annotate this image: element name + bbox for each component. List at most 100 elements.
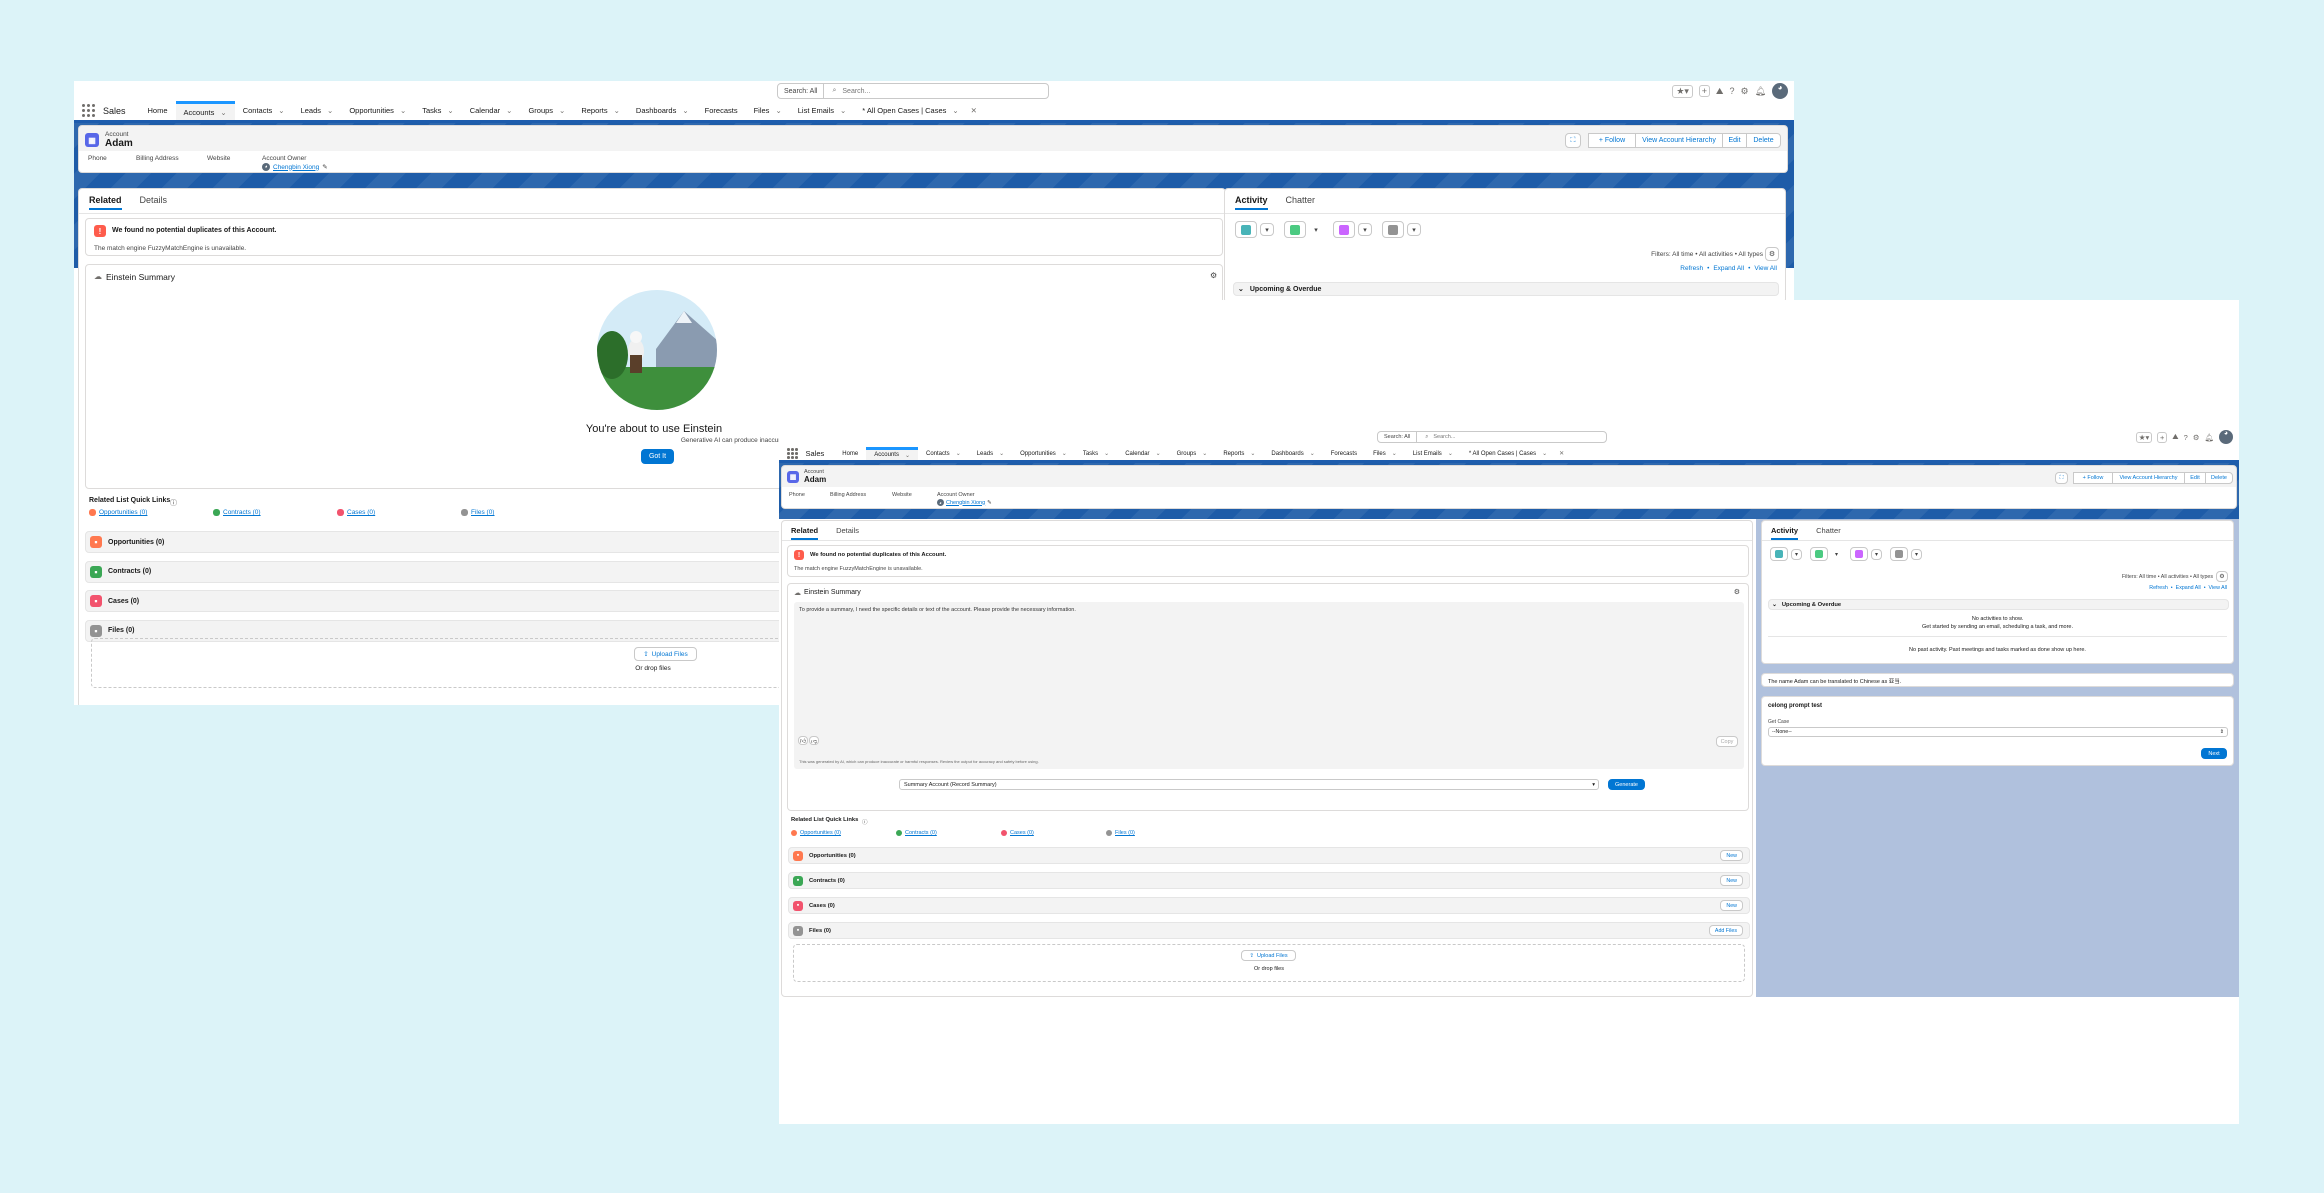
nav-item[interactable]: Contacts ⌄ — [918, 447, 969, 460]
nav-item[interactable]: Groups ⌄ — [1169, 447, 1216, 460]
search-scope[interactable]: Search: All — [1378, 432, 1418, 442]
new-button[interactable]: New — [1720, 900, 1743, 911]
nav-item[interactable]: Forecasts — [697, 101, 746, 120]
chevron-down-icon[interactable]: ▾ — [1309, 223, 1323, 236]
chevron-down-icon[interactable]: ⌄ — [559, 106, 565, 115]
upload-files-button[interactable]: ⇪ Upload Files — [1241, 950, 1296, 961]
global-actions-icon[interactable]: + — [2157, 431, 2168, 443]
tab-details[interactable]: Details — [836, 526, 859, 535]
quick-link-label[interactable]: Files (0) — [471, 509, 494, 516]
tab-chatter[interactable]: Chatter — [1286, 195, 1316, 205]
new-event-icon[interactable] — [1333, 221, 1355, 238]
view-all-link[interactable]: View All — [2209, 585, 2227, 591]
notifications-bell-icon[interactable]: 🔔︎ — [1755, 86, 1766, 97]
related-list-title[interactable]: Cases (0) — [108, 598, 139, 605]
activity-settings-gear-icon[interactable]: ⚙ — [1765, 247, 1779, 261]
new-event-icon[interactable] — [1850, 547, 1868, 561]
user-avatar[interactable]: ◕ — [1772, 83, 1788, 99]
quick-link[interactable]: Contracts (0) — [213, 509, 337, 516]
nav-item[interactable]: * All Open Cases | Cases ⌄ — [854, 101, 966, 120]
tab-activity[interactable]: Activity — [1235, 195, 1268, 210]
new-button[interactable]: New — [1720, 875, 1743, 886]
nav-item[interactable]: Home — [140, 101, 176, 120]
chevron-down-icon[interactable]: ⌄ — [1542, 450, 1547, 457]
nav-item[interactable]: List Emails ⌄ — [1405, 447, 1461, 460]
owner-link[interactable]: Chengbin Xiong — [273, 164, 319, 171]
chevron-down-icon[interactable]: ⌄ — [506, 106, 512, 115]
related-list-title[interactable]: Files (0) — [108, 627, 134, 634]
expand-all-link[interactable]: Expand All — [1713, 265, 1744, 272]
quick-link[interactable]: Opportunities (0) — [89, 509, 213, 516]
nav-item[interactable]: Calendar ⌄ — [1117, 447, 1168, 460]
chevron-down-icon[interactable]: ▾ — [1791, 548, 1802, 560]
help-icon[interactable]: ? — [2184, 433, 2188, 442]
quick-link-label[interactable]: Opportunities (0) — [99, 509, 147, 516]
add-files-button[interactable]: Add Files — [1708, 925, 1743, 936]
quick-link-label[interactable]: Contracts (0) — [905, 830, 937, 836]
related-list-title[interactable]: Files (0) — [809, 928, 831, 934]
chevron-down-icon[interactable]: ⌄ — [278, 106, 284, 115]
nav-item[interactable]: Dashboards ⌄ — [628, 101, 697, 120]
app-launcher-icon[interactable] — [82, 104, 95, 117]
prompt-template-select[interactable]: Summary Account (Record Summary) ▾ — [899, 779, 1599, 790]
nav-item[interactable]: Tasks ⌄ — [414, 101, 461, 120]
chevron-down-icon[interactable]: ▾ — [1260, 223, 1274, 236]
nav-item[interactable]: List Emails ⌄ — [790, 101, 855, 120]
nav-item[interactable]: Dashboards ⌄ — [1263, 447, 1322, 460]
nav-item[interactable]: Opportunities ⌄ — [1012, 447, 1075, 460]
upcoming-overdue-header[interactable]: ⌄ Upcoming & Overdue — [1233, 282, 1779, 296]
nav-item[interactable]: Contacts ⌄ — [235, 101, 293, 120]
chevron-down-icon[interactable]: ▾ — [1407, 223, 1421, 236]
refresh-link[interactable]: Refresh — [1680, 265, 1703, 272]
global-search[interactable]: Search: All ⌕ Search... — [777, 83, 1049, 99]
tab-activity[interactable]: Activity — [1771, 526, 1799, 540]
user-avatar[interactable]: ◕ — [2219, 430, 2233, 444]
upcoming-overdue-header[interactable]: ⌄ Upcoming & Overdue — [1768, 599, 2229, 610]
new-button[interactable]: New — [1720, 850, 1743, 861]
next-button[interactable]: Next — [2201, 748, 2227, 759]
search-scope[interactable]: Search: All — [778, 84, 825, 98]
nav-item[interactable]: Forecasts — [1323, 447, 1365, 460]
nav-item[interactable]: Files ⌄ — [746, 101, 790, 120]
nav-item[interactable]: Calendar ⌄ — [462, 101, 521, 120]
quick-link[interactable]: Cases (0) — [337, 509, 461, 516]
follow-button[interactable]: + Follow — [1588, 133, 1636, 148]
expand-all-link[interactable]: Expand All — [2176, 585, 2201, 591]
nav-item[interactable]: Tasks ⌄ — [1075, 447, 1117, 460]
owner-link[interactable]: Chengbin Xiong — [946, 500, 985, 506]
chevron-down-icon[interactable]: ⌄ — [400, 106, 406, 115]
close-tab-icon[interactable]: ✕ — [1559, 450, 1564, 457]
file-dropzone[interactable]: ⇪ Upload Files Or drop files — [793, 944, 1745, 982]
thumbs-up-icon[interactable]: 👍︎ — [798, 736, 808, 745]
chevron-down-icon[interactable]: ⌄ — [220, 108, 226, 117]
nav-item[interactable]: Files ⌄ — [1365, 447, 1405, 460]
chevron-down-icon[interactable]: ⌄ — [956, 450, 961, 457]
email-icon[interactable] — [1890, 547, 1908, 561]
related-list-title[interactable]: Contracts (0) — [809, 878, 845, 884]
nav-item[interactable]: Accounts ⌄ — [866, 447, 918, 460]
related-list-title[interactable]: Opportunities (0) — [809, 853, 856, 859]
chevron-down-icon[interactable]: ⌄ — [840, 106, 846, 115]
einstein-settings-gear-icon[interactable]: ⚙ — [1734, 588, 1740, 596]
quick-link[interactable]: Files (0) — [461, 509, 585, 516]
nav-item[interactable]: * All Open Cases | Cases ⌄ — [1461, 447, 1555, 460]
trailhead-icon[interactable]: ⛰ — [1716, 86, 1724, 97]
app-launcher-icon[interactable] — [787, 448, 798, 459]
view-all-link[interactable]: View All — [1754, 265, 1777, 272]
view-hierarchy-button[interactable]: View Account Hierarchy — [2112, 472, 2185, 484]
help-icon[interactable]: ? — [1729, 86, 1734, 96]
chevron-down-icon[interactable]: ⌄ — [905, 452, 910, 459]
related-list-title[interactable]: Contracts (0) — [108, 568, 151, 575]
setup-gear-icon[interactable]: ⚙ — [1740, 86, 1748, 97]
new-task-icon[interactable] — [1284, 221, 1306, 238]
nav-item[interactable]: Accounts ⌄ — [175, 101, 235, 120]
global-actions-icon[interactable]: + — [1698, 85, 1710, 97]
tab-related[interactable]: Related — [791, 526, 819, 540]
change-owner-pencil-icon[interactable]: ✎ — [987, 500, 992, 506]
chevron-down-icon[interactable]: ⌄ — [447, 106, 453, 115]
chevron-down-icon[interactable]: ⌄ — [614, 106, 620, 115]
quick-link-label[interactable]: Opportunities (0) — [800, 830, 841, 836]
chevron-down-icon[interactable]: ⌄ — [999, 450, 1004, 457]
quick-link-label[interactable]: Contracts (0) — [223, 509, 261, 516]
log-call-icon[interactable] — [1235, 221, 1257, 238]
